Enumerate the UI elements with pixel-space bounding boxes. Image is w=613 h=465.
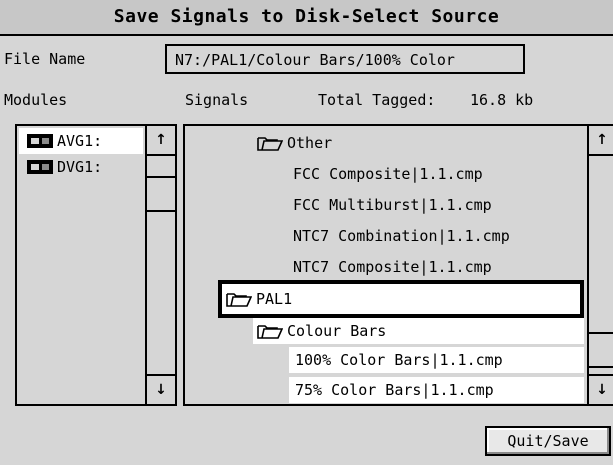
- down-arrow-icon: ↓: [155, 382, 167, 398]
- module-card-icon: [27, 134, 53, 148]
- signal-file[interactable]: FCC Composite|1.1.cmp: [293, 161, 483, 187]
- signal-file[interactable]: NTC7 Combination|1.1.cmp: [293, 223, 510, 249]
- signal-label: 75% Color Bars|1.1.cmp: [295, 381, 494, 399]
- modules-list: AVG1: DVG1:: [19, 128, 143, 180]
- modules-scrollbar[interactable]: ↑ ↓: [145, 126, 175, 404]
- down-arrow-icon: ↓: [596, 382, 608, 398]
- folder-open-icon: [257, 323, 283, 339]
- signal-file[interactable]: NTC7 Composite|1.1.cmp: [293, 254, 492, 280]
- signal-folder-other[interactable]: Other: [257, 130, 332, 156]
- signal-folder-colour-bars[interactable]: Colour Bars: [253, 318, 584, 344]
- total-tagged-label: Total Tagged:: [318, 91, 436, 109]
- modules-scroll-up-button[interactable]: ↑: [147, 126, 175, 156]
- signal-label: 100% Color Bars|1.1.cmp: [295, 351, 503, 369]
- module-label: DVG1:: [57, 158, 103, 176]
- signal-file-tagged[interactable]: 75% Color Bars|1.1.cmp: [289, 377, 584, 403]
- module-item-avg1[interactable]: AVG1:: [19, 128, 143, 154]
- folder-open-icon: [226, 291, 252, 307]
- up-arrow-icon: ↑: [155, 132, 167, 148]
- signal-label: Colour Bars: [287, 322, 387, 340]
- signal-label: NTC7 Combination|1.1.cmp: [293, 227, 510, 245]
- signal-file[interactable]: FCC Multiburst|1.1.cmp: [293, 192, 492, 218]
- signal-label: Other: [287, 134, 333, 152]
- up-arrow-icon: ↑: [596, 132, 608, 148]
- module-label: AVG1:: [57, 132, 103, 150]
- signal-label: PAL1: [256, 290, 293, 308]
- signal-label: NTC7 Composite|1.1.cmp: [293, 258, 492, 276]
- signal-label: FCC Composite|1.1.cmp: [293, 165, 483, 183]
- signals-scroll-thumb[interactable]: [589, 332, 613, 368]
- module-item-dvg1[interactable]: DVG1:: [19, 154, 143, 180]
- signal-folder-pal1-row: PAL1: [226, 286, 292, 312]
- file-name-field[interactable]: N7:/PAL1/Colour Bars/100% Color: [165, 44, 525, 74]
- signals-scroll-down-button[interactable]: ↓: [589, 374, 613, 404]
- quit-save-button[interactable]: Quit/Save: [485, 426, 611, 456]
- file-name-value: N7:/PAL1/Colour Bars/100% Color: [175, 51, 455, 69]
- signals-scroll-up-button[interactable]: ↑: [589, 126, 613, 156]
- signals-scrollbar[interactable]: ↑ ↓: [587, 126, 613, 404]
- signal-label: FCC Multiburst|1.1.cmp: [293, 196, 492, 214]
- signal-file-tagged[interactable]: 100% Color Bars|1.1.cmp: [289, 347, 584, 373]
- module-card-icon: [27, 160, 53, 174]
- modules-scroll-down-button[interactable]: ↓: [147, 374, 175, 404]
- folder-open-icon: [257, 135, 283, 151]
- window-title: Save Signals to Disk-Select Source: [113, 6, 500, 27]
- total-tagged-value: 16.8 kb: [470, 91, 534, 109]
- modules-panel: AVG1: DVG1: ↑ ↓: [15, 124, 177, 406]
- modules-scroll-thumb[interactable]: [147, 176, 175, 212]
- file-name-label: File Name: [4, 50, 86, 68]
- modules-header: Modules: [4, 91, 68, 109]
- signals-panel: Other FCC Composite|1.1.cmp FCC Multibur…: [183, 124, 613, 406]
- signals-header: Signals: [185, 91, 249, 109]
- signal-folder-pal1[interactable]: PAL1: [218, 280, 584, 318]
